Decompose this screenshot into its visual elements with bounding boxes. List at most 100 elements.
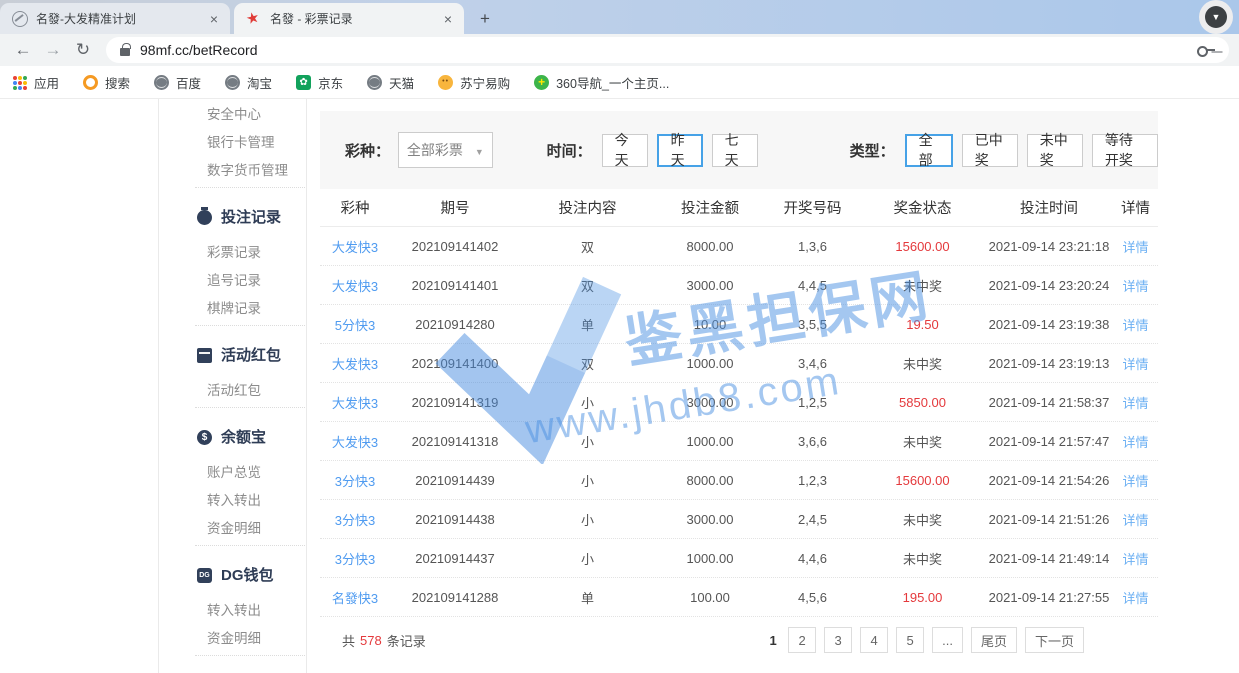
sidebar-item[interactable]: 活动红包 [197, 325, 306, 365]
sidebar-item-label: 活动红包 [221, 344, 281, 365]
page-button[interactable]: 下一页 [1025, 627, 1084, 653]
table-row: 大发快3 202109141400 双 1000.00 3,4,6 未中奖 20… [320, 344, 1158, 383]
page-button[interactable]: 2 [788, 627, 816, 653]
lottery-name-link[interactable]: 名發快3 [320, 588, 390, 607]
bookmark-label: 应用 [34, 73, 59, 92]
close-icon[interactable]: × [440, 11, 456, 27]
sidebar-item[interactable]: 资金明细 [197, 623, 306, 651]
tab-mingfa-plan[interactable]: 名發-大发精准计划 × [0, 3, 230, 34]
sidebar-item[interactable]: 追号记录 [197, 265, 306, 293]
forward-icon[interactable]: → [40, 40, 66, 60]
sidebar-item[interactable]: 棋牌记录 [197, 293, 306, 321]
url-text[interactable]: 98mf.cc/betRecord [140, 42, 258, 58]
bookmark-item[interactable]: 百度 [154, 73, 201, 92]
bookmark-item[interactable]: 搜索 [83, 73, 130, 92]
sidebar-item-label: 资金明细 [207, 517, 261, 537]
sidebar-item[interactable]: 账户总览 [197, 457, 306, 485]
time-filter-button[interactable]: 昨天 [657, 134, 703, 167]
period-number: 202109141402 [390, 239, 520, 254]
time-filter-button[interactable]: 七天 [712, 134, 758, 167]
bookmark-item[interactable]: 京东 [296, 73, 343, 92]
sidebar-item[interactable]: 转入转出 [197, 485, 306, 513]
detail-link[interactable]: 详情 [1113, 471, 1158, 490]
prize-status: 未中奖 [860, 432, 985, 451]
detail-link[interactable]: 详情 [1113, 276, 1158, 295]
bookmark-item[interactable]: 天猫 [367, 73, 414, 92]
search-360-icon [83, 75, 98, 90]
lottery-name-link[interactable]: 3分快3 [320, 471, 390, 490]
draw-numbers: 3,6,6 [765, 434, 860, 449]
sidebar-item[interactable]: 投注记录 [197, 187, 306, 227]
lottery-name-link[interactable]: 3分快3 [320, 510, 390, 529]
period-number: 20210914439 [390, 473, 520, 488]
bookmark-item[interactable]: 淘宝 [225, 73, 272, 92]
lottery-name-link[interactable]: 大发快3 [320, 432, 390, 451]
page-button[interactable]: 5 [896, 627, 924, 653]
back-icon[interactable]: ← [10, 40, 36, 60]
detail-link[interactable]: 详情 [1113, 354, 1158, 373]
lottery-name-link[interactable]: 5分快3 [320, 315, 390, 334]
lottery-name-link[interactable]: 大发快3 [320, 354, 390, 373]
sidebar-item[interactable]: DG钱包 [197, 545, 306, 585]
lottery-name-link[interactable]: 大发快3 [320, 237, 390, 256]
address-bar[interactable]: 98mf.cc/betRecord [106, 37, 1229, 63]
nav360-plus-icon [534, 75, 549, 90]
detail-link[interactable]: 详情 [1113, 432, 1158, 451]
bookmark-label: 京东 [318, 73, 343, 92]
suning-lion-icon [438, 75, 453, 90]
page-button[interactable]: 4 [860, 627, 888, 653]
bookmark-item[interactable]: 苏宁易购 [438, 73, 510, 92]
bet-amount: 1000.00 [655, 434, 765, 449]
detail-link[interactable]: 详情 [1113, 549, 1158, 568]
tab-bet-record[interactable]: 名發 - 彩票记录 × [234, 3, 464, 34]
detail-link[interactable]: 详情 [1113, 510, 1158, 529]
new-tab-icon[interactable]: + [472, 6, 498, 32]
type-filter-button[interactable]: 全部 [905, 134, 953, 167]
sidebar-item[interactable]: 转入转出 [197, 595, 306, 623]
sidebar-item[interactable]: 数字货币管理 [197, 155, 306, 183]
table-header-cell: 期号 [390, 197, 520, 218]
type-filter-button[interactable]: 未中奖 [1027, 134, 1083, 167]
bookmark-item[interactable]: 360导航_一个主页... [534, 73, 669, 92]
circle-chevron-down-icon[interactable]: ▼ [1199, 0, 1233, 34]
refresh-icon[interactable]: ↻ [70, 40, 96, 60]
bet-amount: 1000.00 [655, 356, 765, 371]
page-button[interactable]: ... [932, 627, 963, 653]
bookmark-item[interactable]: 应用 [12, 73, 59, 92]
sidebar-item[interactable]: 资金明细 [197, 513, 306, 541]
sidebar-item[interactable]: 彩票记录 [197, 237, 306, 265]
table-header-cell: 奖金状态 [860, 197, 985, 218]
sidebar-item[interactable]: 银行卡管理 [197, 127, 306, 155]
page-button[interactable]: 3 [824, 627, 852, 653]
password-key-icon[interactable] [1197, 43, 1215, 57]
detail-link[interactable]: 详情 [1113, 315, 1158, 334]
bet-content: 双 [520, 237, 655, 256]
type-filter-button[interactable]: 等待开奖 [1092, 134, 1158, 167]
detail-link[interactable]: 详情 [1113, 393, 1158, 412]
time-filter-label: 时间： [547, 140, 592, 161]
sidebar-item[interactable]: 资金管理 [197, 655, 306, 673]
bet-content: 双 [520, 354, 655, 373]
bet-time: 2021-09-14 21:57:47 [985, 434, 1113, 449]
bet-content: 小 [520, 432, 655, 451]
sidebar-item[interactable]: 余额宝 [197, 407, 306, 447]
sidebar-item-label: 活动红包 [207, 379, 261, 399]
bet-time: 2021-09-14 21:58:37 [985, 395, 1113, 410]
sidebar: 安全中心 银行卡管理 数字货币管理 投注记录 [158, 99, 307, 673]
type-filter-button[interactable]: 已中奖 [962, 134, 1018, 167]
detail-link[interactable]: 详情 [1113, 237, 1158, 256]
mingfa-star-favicon [246, 11, 262, 27]
sidebar-item[interactable]: 活动红包 [197, 375, 306, 403]
lottery-select[interactable]: 全部彩票 [398, 132, 493, 168]
lottery-name-link[interactable]: 大发快3 [320, 393, 390, 412]
prize-status: 未中奖 [860, 354, 985, 373]
time-filter-button[interactable]: 今天 [602, 134, 648, 167]
sidebar-item[interactable]: 安全中心 [197, 99, 306, 127]
page-button[interactable]: 尾页 [971, 627, 1017, 653]
lottery-name-link[interactable]: 3分快3 [320, 549, 390, 568]
close-icon[interactable]: × [206, 11, 222, 27]
lottery-name-link[interactable]: 大发快3 [320, 276, 390, 295]
page-button[interactable]: 1 [766, 627, 780, 653]
bet-content: 单 [520, 588, 655, 607]
detail-link[interactable]: 详情 [1113, 588, 1158, 607]
